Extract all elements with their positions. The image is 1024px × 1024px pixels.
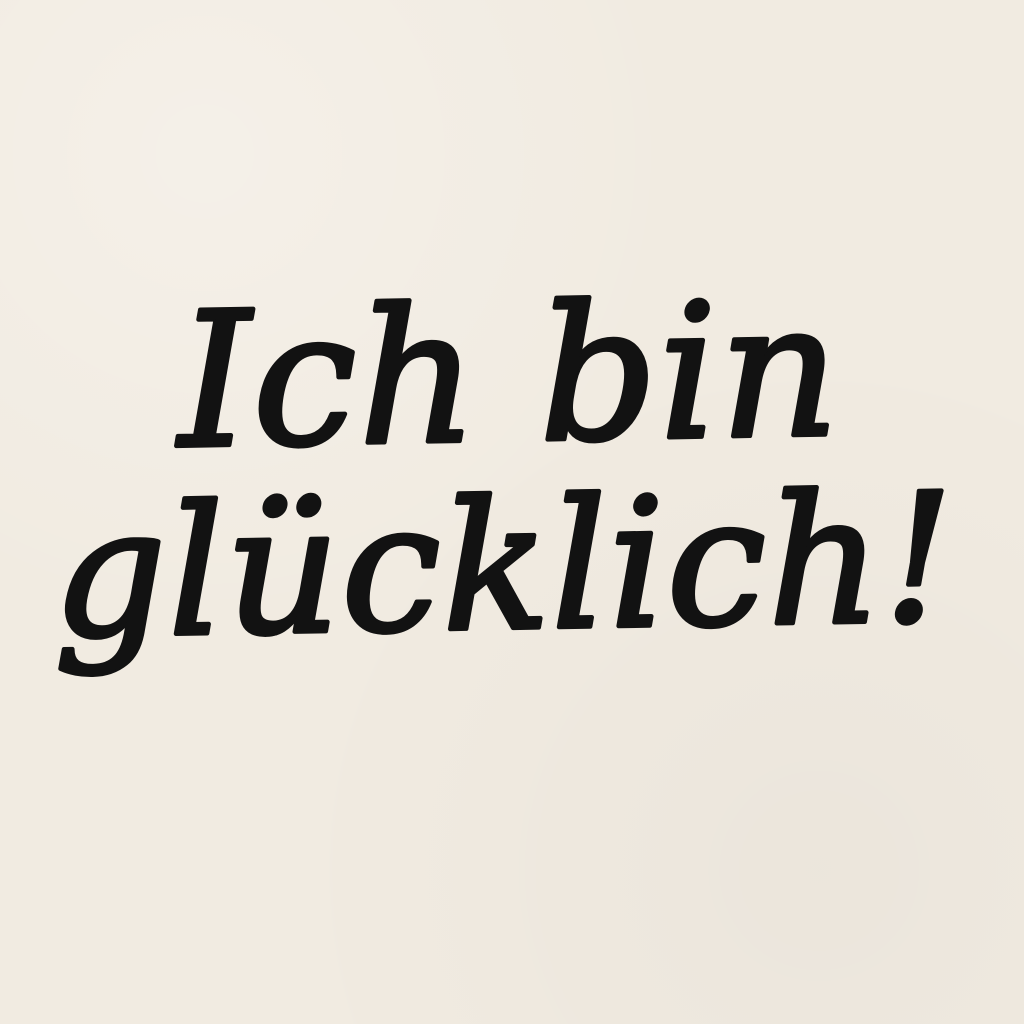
handwritten-note: Ich bin glücklich!: [49, 259, 960, 680]
handwritten-line-1: Ich bin: [173, 261, 842, 490]
handwritten-line-2: glücklich!: [51, 455, 957, 678]
